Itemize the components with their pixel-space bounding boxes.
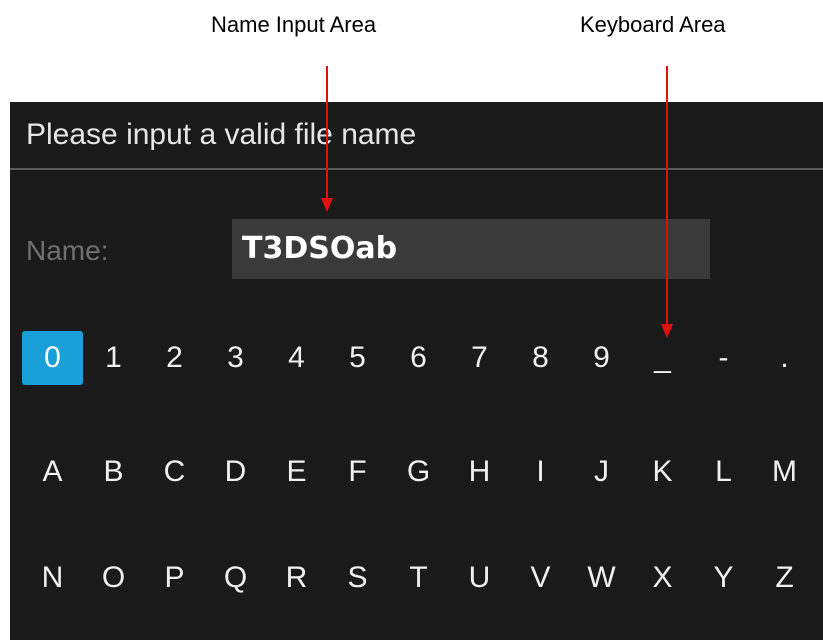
key-g[interactable]: G (388, 445, 449, 499)
key-z[interactable]: Z (754, 551, 815, 605)
key-i[interactable]: I (510, 445, 571, 499)
key-k[interactable]: K (632, 445, 693, 499)
key-0[interactable]: 0 (22, 331, 83, 385)
key-w[interactable]: W (571, 551, 632, 605)
key-s[interactable]: S (327, 551, 388, 605)
name-label: Name: (26, 235, 109, 266)
dialog-title: Please input a valid file name (26, 118, 417, 151)
key-e[interactable]: E (266, 445, 327, 499)
key-t[interactable]: T (388, 551, 449, 605)
keyboard-row-n-z: NOPQRSTUVWXYZ (22, 551, 815, 605)
key-f[interactable]: F (327, 445, 388, 499)
key-m[interactable]: M (754, 445, 815, 499)
key-a[interactable]: A (22, 445, 83, 499)
key-h[interactable]: H (449, 445, 510, 499)
key-v[interactable]: V (510, 551, 571, 605)
name-input[interactable]: T3DSOab (232, 219, 710, 279)
key-9[interactable]: 9 (571, 331, 632, 385)
key-b[interactable]: B (83, 445, 144, 499)
key-d[interactable]: D (205, 445, 266, 499)
key-3[interactable]: 3 (205, 331, 266, 385)
key-q[interactable]: Q (205, 551, 266, 605)
key-x[interactable]: X (632, 551, 693, 605)
key-2[interactable]: 2 (144, 331, 205, 385)
key-j[interactable]: J (571, 445, 632, 499)
keyboard-row-digits: 0 1 2 3 4 5 6 7 8 9 _ -. (22, 331, 815, 385)
annotation-keyboard-area: Keyboard Area (580, 12, 726, 37)
key-5[interactable]: 5 (327, 331, 388, 385)
key-r[interactable]: R (266, 551, 327, 605)
dialog-title-bar: Please input a valid file name (10, 102, 823, 170)
key-y[interactable]: Y (693, 551, 754, 605)
key-6[interactable]: 6 (388, 331, 449, 385)
key-p[interactable]: P (144, 551, 205, 605)
key-c[interactable]: C (144, 445, 205, 499)
key-o[interactable]: O (83, 551, 144, 605)
key-8[interactable]: 8 (510, 331, 571, 385)
key-1[interactable]: 1 (83, 331, 144, 385)
key-period[interactable]: . (754, 331, 815, 385)
key-n[interactable]: N (22, 551, 83, 605)
key-hyphen[interactable]: - (693, 331, 754, 385)
annotation-name-input-area: Name Input Area (211, 12, 377, 37)
file-name-dialog: Please input a valid file name Name: T3D… (10, 102, 823, 640)
key-l[interactable]: L (693, 445, 754, 499)
key-underscore[interactable]: _ (632, 331, 693, 385)
key-7[interactable]: 7 (449, 331, 510, 385)
keyboard-row-a-m: ABCDEFGHIJKLM (22, 445, 815, 499)
key-4[interactable]: 4 (266, 331, 327, 385)
key-u[interactable]: U (449, 551, 510, 605)
